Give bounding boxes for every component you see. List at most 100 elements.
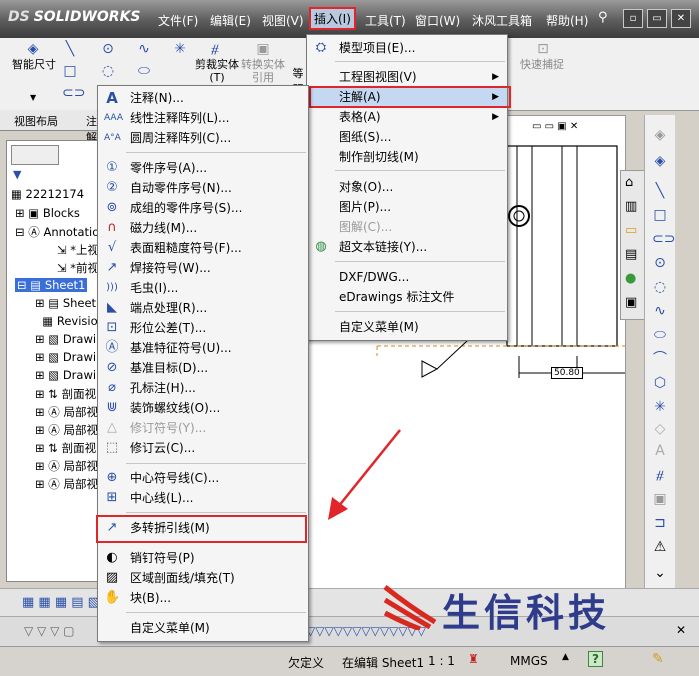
- menu-item-end-treatment[interactable]: ◣ 端点处理(R)...: [98, 298, 308, 318]
- polygon-icon[interactable]: ⬡: [652, 375, 668, 391]
- sketch-icon[interactable]: ◈: [652, 127, 668, 143]
- smart-dimension-icon[interactable]: ◈: [652, 153, 668, 169]
- smart-dimension-label[interactable]: 智能尺寸: [12, 58, 56, 71]
- menu-item-center-mark[interactable]: ⊕ 中心符号线(C)...: [98, 468, 308, 488]
- line-icon[interactable]: ╲: [62, 41, 78, 57]
- menu-item-magnetic-line[interactable]: ∩ 磁力线(M)...: [98, 218, 308, 238]
- filter-icon[interactable]: ▼: [13, 168, 21, 181]
- more-chevron-icon[interactable]: ⌄: [652, 565, 668, 581]
- spline-icon[interactable]: ∿: [652, 303, 668, 319]
- slot-icon[interactable]: ⊂⊃: [652, 231, 675, 247]
- menu-item-area-hatch[interactable]: ▨ 区域剖面线/填充(T): [98, 568, 308, 588]
- design-library-icon[interactable]: ▥: [625, 199, 637, 214]
- menu-item-revision-symbol[interactable]: △ 修订符号(Y)...: [98, 418, 308, 438]
- tree-item-front-view[interactable]: ⇲ *前视: [57, 260, 99, 276]
- ellipse-icon[interactable]: ⬭: [652, 327, 668, 343]
- quick-snap-label[interactable]: 快速捕捉: [520, 58, 564, 71]
- menu-item-caterpillar[interactable]: ))) 毛虫(I)...: [98, 278, 308, 298]
- offset-icon[interactable]: ⊐: [652, 515, 668, 531]
- text-icon[interactable]: A: [652, 443, 668, 459]
- menu-item-section-line[interactable]: 制作剖切线(M): [307, 147, 507, 167]
- file-explorer-icon[interactable]: ▭: [625, 223, 637, 238]
- menu-tools[interactable]: 工具(T): [362, 10, 409, 31]
- menu-item-datum-feature[interactable]: Ⓐ 基准特征符号(U)...: [98, 338, 308, 358]
- menu-item-picture[interactable]: 图片(P)...: [307, 197, 507, 217]
- smart-dimension-icon[interactable]: ◈: [25, 41, 41, 57]
- dimension-label[interactable]: 50.80: [551, 367, 583, 379]
- menu-item-model-items[interactable]: ⛭ 模型项目(E)...: [307, 38, 507, 58]
- menu-view[interactable]: 视图(V): [259, 10, 307, 31]
- menu-mufeng-toolbox[interactable]: 沐风工具箱: [469, 10, 535, 31]
- trim-entities-icon[interactable]: ⧣: [207, 41, 223, 57]
- menu-item-customize-menu[interactable]: 自定义菜单(M): [98, 618, 308, 638]
- solidworks-logo[interactable]: DS SOLIDWORKS: [8, 9, 141, 25]
- rectangle-icon[interactable]: □: [62, 63, 78, 79]
- point-icon[interactable]: ✳: [172, 41, 188, 57]
- menu-item-auto-balloon[interactable]: ② 自动零件序号(N)...: [98, 178, 308, 198]
- menu-item-object[interactable]: 对象(O)...: [307, 177, 507, 197]
- line-icon[interactable]: ╲: [652, 183, 668, 199]
- menu-item-geometric-tolerance[interactable]: ⊡ 形位公差(T)...: [98, 318, 308, 338]
- menu-file[interactable]: 文件(F): [155, 10, 201, 31]
- rectangle-icon[interactable]: □: [652, 207, 668, 223]
- menu-item-datum-target[interactable]: ⊘ 基准目标(D)...: [98, 358, 308, 378]
- menu-window[interactable]: 窗口(W): [412, 10, 463, 31]
- filter-icons[interactable]: ▽ ▽ ▽ ▢: [24, 624, 74, 638]
- menu-help[interactable]: 帮助(H): [543, 10, 591, 31]
- trim-icon[interactable]: ⧣: [652, 467, 668, 483]
- tree-item-sheet1[interactable]: ⊟ ▤ Sheet1: [15, 278, 88, 292]
- close-icon[interactable]: ✕: [671, 9, 691, 28]
- slot-icon[interactable]: ⊂⊃: [62, 85, 85, 101]
- view-palette-icon[interactable]: ▤: [625, 247, 637, 262]
- ellipse-icon[interactable]: ⬭: [136, 63, 152, 79]
- appearances-icon[interactable]: ●: [625, 271, 636, 286]
- menu-item-weld-symbol[interactable]: ↗ 焊接符号(W)...: [98, 258, 308, 278]
- menu-item-stacked-balloon[interactable]: ⊚ 成组的零件序号(S)...: [98, 198, 308, 218]
- menu-item-diagram[interactable]: 图解(C)...: [307, 217, 507, 237]
- menu-item-revision-cloud[interactable]: ⬚ 修订云(C)...: [98, 438, 308, 458]
- drawing-window-controls[interactable]: ▭ ▭ ▣ ✕: [532, 121, 578, 132]
- menu-item-dowel-pin-symbol[interactable]: ◐ 销钉符号(P): [98, 548, 308, 568]
- restore-icon[interactable]: ▭: [647, 9, 667, 28]
- menu-item-hole-callout[interactable]: ⌀ 孔标注(H)...: [98, 378, 308, 398]
- arc-icon[interactable]: ◌: [100, 63, 116, 79]
- quick-snap-icon[interactable]: ⊡: [535, 41, 551, 57]
- help-button[interactable]: ?: [588, 651, 603, 667]
- menu-item-block[interactable]: ✋ 块(B)...: [98, 588, 308, 608]
- convert-entities-icon[interactable]: ▣: [255, 41, 271, 57]
- point-icon[interactable]: ✳: [652, 399, 668, 415]
- circle-icon[interactable]: ⊙: [100, 41, 116, 57]
- trim-entities-label[interactable]: 剪裁实体(T): [195, 58, 239, 84]
- view-tools-icons[interactable]: ▦ ▦ ▦ ▤ ▧: [22, 595, 100, 610]
- convert-entities-label[interactable]: 转换实体引用: [241, 58, 285, 84]
- menu-item-linear-note-pattern[interactable]: AAA 线性注释阵列(L)...: [98, 108, 308, 128]
- close-filter-icon[interactable]: ✕: [676, 623, 686, 637]
- menu-item-drawing-view[interactable]: 工程图视图(V) ▶: [307, 67, 507, 87]
- menu-item-note[interactable]: A 注释(N)...: [98, 88, 308, 108]
- tag-icon[interactable]: ✎: [652, 651, 664, 667]
- status-units[interactable]: MMGS: [510, 654, 548, 668]
- menu-item-edrawings[interactable]: eDrawings 标注文件: [307, 287, 507, 307]
- menu-item-hyperlink[interactable]: ◍ 超文本链接(Y)...: [307, 237, 507, 257]
- menu-item-customize-menu[interactable]: 自定义菜单(M): [307, 317, 507, 337]
- circle-icon[interactable]: ⊙: [652, 255, 668, 271]
- fillet-icon[interactable]: ⌒: [652, 351, 668, 367]
- pin-icon[interactable]: ⚲: [598, 10, 608, 25]
- menu-item-sheet[interactable]: 图纸(S)...: [307, 127, 507, 147]
- minimize-icon[interactable]: ▫: [623, 9, 643, 28]
- menu-item-surface-finish[interactable]: √ 表面粗糙度符号(F)...: [98, 238, 308, 258]
- units-menu-chevron-icon[interactable]: ▲: [562, 652, 569, 662]
- menu-edit[interactable]: 编辑(E): [207, 10, 254, 31]
- menu-insert[interactable]: 插入(I): [309, 7, 356, 30]
- chevron-down-icon[interactable]: ▼: [30, 93, 36, 102]
- plane-icon[interactable]: ◇: [652, 421, 668, 437]
- warning-icon[interactable]: ⚠: [652, 539, 668, 555]
- menu-item-table[interactable]: 表格(A) ▶: [307, 107, 507, 127]
- menu-item-dxf-dwg[interactable]: DXF/DWG...: [307, 267, 507, 287]
- tree-item-blocks[interactable]: ⊞ ▣ Blocks: [15, 206, 80, 220]
- tab-view-layout[interactable]: 视图布局: [14, 113, 58, 129]
- traffic-light-icon[interactable]: ♜: [468, 652, 479, 666]
- spline-icon[interactable]: ∿: [136, 41, 152, 57]
- convert-icon[interactable]: ▣: [652, 491, 668, 507]
- home-icon[interactable]: ⌂: [625, 175, 633, 190]
